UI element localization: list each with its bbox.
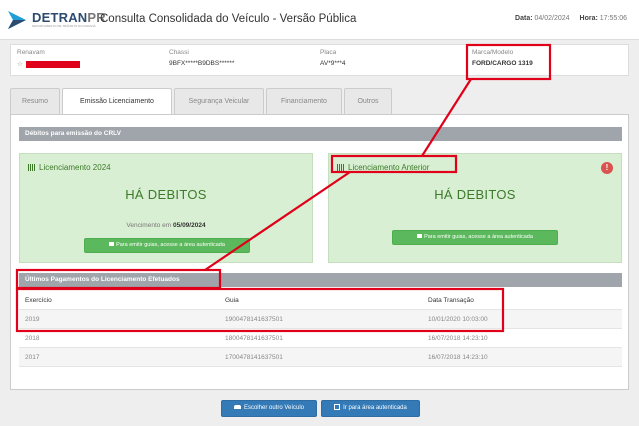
time-value: 17:55:06 xyxy=(599,15,627,22)
tab-outros[interactable]: Outros xyxy=(344,88,392,114)
redaction-block xyxy=(25,60,80,68)
car-icon xyxy=(233,405,241,409)
barcode-icon xyxy=(28,164,36,171)
marca-modelo-label: Marca/Modelo xyxy=(472,49,514,56)
licenciamento-panel: Débitos para emissão do CRLV Licenciamen… xyxy=(10,114,629,390)
card-2024-title: Licenciamento 2024 xyxy=(28,163,111,172)
card-anterior-status: HÁ DEBITOS xyxy=(434,187,516,202)
tab-resumo[interactable]: Resumo xyxy=(10,88,60,114)
card-2024-due: Vencimento em 05/09/2024 xyxy=(20,222,312,229)
print-icon xyxy=(109,242,115,246)
debitos-section-title: Débitos para emissão do CRLV xyxy=(19,127,622,141)
time-label: Hora: xyxy=(579,15,598,22)
ir-area-autenticada-label: Ir para área autenticada xyxy=(343,405,407,411)
card-licenciamento-anterior: Licenciamento Anterior ! HÁ DEBITOS Para… xyxy=(328,153,622,263)
table-row: 2019 1900478141637501 10/01/2020 10:03:0… xyxy=(19,310,622,329)
due-date: 05/09/2024 xyxy=(173,222,206,229)
card-anterior-title-text: Licenciamento Anterior xyxy=(348,163,430,172)
marca-modelo-field: Marca/Modelo FORD/CARGO 1319 xyxy=(472,49,533,67)
cell-guia: 1700478141637501 xyxy=(225,354,283,361)
card-2024-status: HÁ DEBITOS xyxy=(125,187,207,202)
cell-guia: 1800478141637501 xyxy=(225,335,283,342)
table-row: 2018 1800478141637501 16/07/2018 14:23:1… xyxy=(19,329,622,348)
emitir-guias-label-2024: Para emitir guias, acesse a área autenti… xyxy=(116,242,225,248)
page-title: Consulta Consolidada do Veículo - Versão… xyxy=(100,13,357,25)
cell-exercicio: 2018 xyxy=(25,335,40,342)
chassi-field: Chassi 9BFX*****B9DBS****** xyxy=(169,49,234,67)
renavam-field: Renavam ☆ xyxy=(17,49,80,68)
cell-data: 10/01/2020 10:03:00 xyxy=(428,316,488,323)
tab-financiamento[interactable]: Financiamento xyxy=(266,88,342,114)
marca-modelo-value: FORD/CARGO 1319 xyxy=(472,60,533,67)
renavam-value: ☆ xyxy=(17,60,80,68)
emitir-guias-button-anterior[interactable]: Para emitir guias, acesse a área autenti… xyxy=(392,230,558,245)
pagamentos-section-title: Últimos Pagamentos do Licenciamento Efet… xyxy=(19,273,622,287)
card-anterior-title: Licenciamento Anterior xyxy=(337,163,429,172)
col-data-transacao: Data Transação xyxy=(428,297,474,304)
table-row: 2017 1700478141637501 16/07/2018 14:23:1… xyxy=(19,348,622,367)
placa-label: Placa xyxy=(320,49,337,56)
due-label: Vencimento em xyxy=(126,222,172,229)
cell-guia: 1900478141637501 xyxy=(225,316,283,323)
ir-area-autenticada-button[interactable]: Ir para área autenticada xyxy=(321,400,420,417)
chassi-value: 9BFX*****B9DBS****** xyxy=(169,60,235,67)
cell-data: 16/07/2018 14:23:10 xyxy=(428,354,488,361)
placa-value: AV*9***4 xyxy=(320,60,346,67)
emitir-guias-button-2024[interactable]: Para emitir guias, acesse a área autenti… xyxy=(84,238,250,253)
chassi-label: Chassi xyxy=(169,49,189,56)
date-value: 04/02/2024 xyxy=(534,15,570,22)
col-exercicio: Exercício xyxy=(25,297,52,304)
placa-field: Placa AV*9***4 xyxy=(320,49,346,67)
vehicle-summary: Renavam ☆ Chassi 9BFX*****B9DBS****** Pl… xyxy=(10,44,629,76)
logo-subtitle: DEPARTAMENTO DE TRÂNSITO DO PARANÁ xyxy=(32,24,96,28)
escolher-outro-veiculo-button[interactable]: Escolher outro Veículo xyxy=(221,400,317,417)
emitir-guias-label-anterior: Para emitir guias, acesse a área autenti… xyxy=(424,234,533,240)
logo-text: DETRANPR xyxy=(32,10,106,25)
print-icon xyxy=(417,234,423,238)
app-header: DETRANPR DEPARTAMENTO DE TRÂNSITO DO PAR… xyxy=(0,0,639,40)
sign-in-icon xyxy=(334,404,341,410)
col-guia: Guia xyxy=(225,297,239,304)
cell-data: 16/07/2018 14:23:10 xyxy=(428,335,488,342)
table-header-row: Exercício Guia Data Transação xyxy=(19,291,622,310)
card-licenciamento-2024: Licenciamento 2024 HÁ DEBITOS Vencimento… xyxy=(19,153,313,263)
date-time-info: Data: 04/02/2024 Hora: 17:55:06 xyxy=(515,15,627,22)
star-icon: ☆ xyxy=(17,61,23,68)
cell-exercicio: 2019 xyxy=(25,316,40,323)
logo-main: DETRAN xyxy=(32,10,88,25)
escolher-outro-veiculo-label: Escolher outro Veículo xyxy=(243,405,305,411)
detran-logo-icon xyxy=(8,11,26,29)
pagamentos-table: Exercício Guia Data Transação 2019 19004… xyxy=(19,291,622,367)
warning-icon: ! xyxy=(601,162,613,174)
cell-exercicio: 2017 xyxy=(25,354,40,361)
renavam-label: Renavam xyxy=(17,49,45,56)
barcode-icon xyxy=(337,164,345,171)
tab-seguranca-veicular[interactable]: Segurança Veicular xyxy=(174,88,264,114)
card-2024-title-text: Licenciamento 2024 xyxy=(39,163,111,172)
detran-logo: DETRANPR DEPARTAMENTO DE TRÂNSITO DO PAR… xyxy=(6,9,106,31)
date-label: Data: xyxy=(515,15,533,22)
tab-emissao-licenciamento[interactable]: Emissão Licenciamento xyxy=(62,88,172,115)
